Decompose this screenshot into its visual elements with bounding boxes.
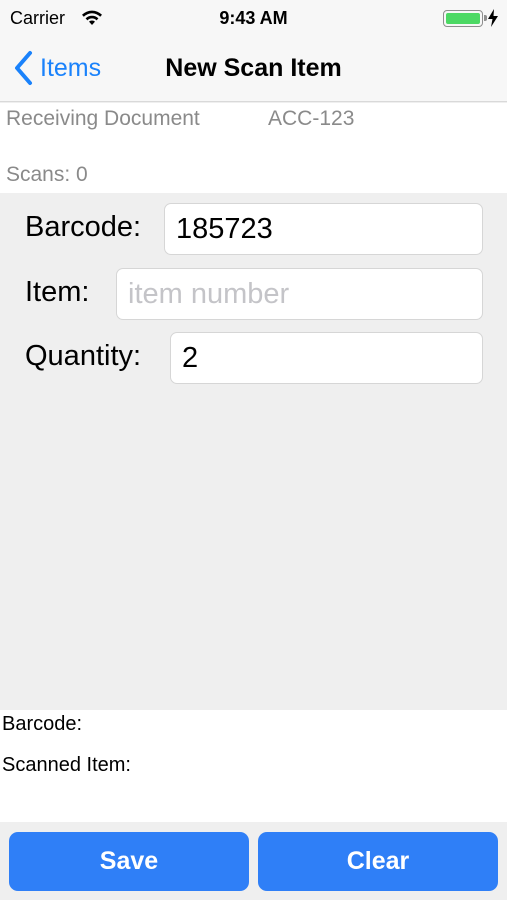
status-bar: Carrier 9:43 AM — [0, 0, 507, 36]
quantity-label: Quantity: — [25, 340, 142, 372]
back-button[interactable]: Items — [12, 50, 101, 86]
scan-result-panel: Barcode: Scanned Item: — [0, 710, 507, 822]
quantity-field[interactable] — [170, 332, 483, 384]
barcode-label: Barcode: — [25, 211, 142, 243]
navigation-bar: Items New Scan Item — [0, 36, 507, 102]
result-scanned-item-label: Scanned Item: — [2, 754, 131, 776]
barcode-field[interactable] — [164, 203, 483, 255]
clock: 9:43 AM — [219, 8, 288, 28]
result-barcode-label: Barcode: — [2, 713, 83, 735]
document-info: Receiving Document ACC-123 Scans: 0 — [0, 103, 507, 193]
clear-button[interactable]: Clear — [258, 832, 498, 891]
charging-icon — [488, 9, 498, 27]
scan-count: Scans: 0 — [6, 163, 88, 186]
item-label: Item: — [25, 276, 90, 308]
save-button[interactable]: Save — [9, 832, 249, 891]
document-number: ACC-123 — [268, 107, 355, 130]
back-button-label: Items — [40, 53, 102, 82]
document-label: Receiving Document — [6, 107, 200, 130]
battery-icon — [443, 10, 487, 27]
battery-level — [446, 13, 480, 24]
chevron-left-icon — [15, 51, 32, 85]
item-number-field[interactable] — [116, 268, 483, 320]
